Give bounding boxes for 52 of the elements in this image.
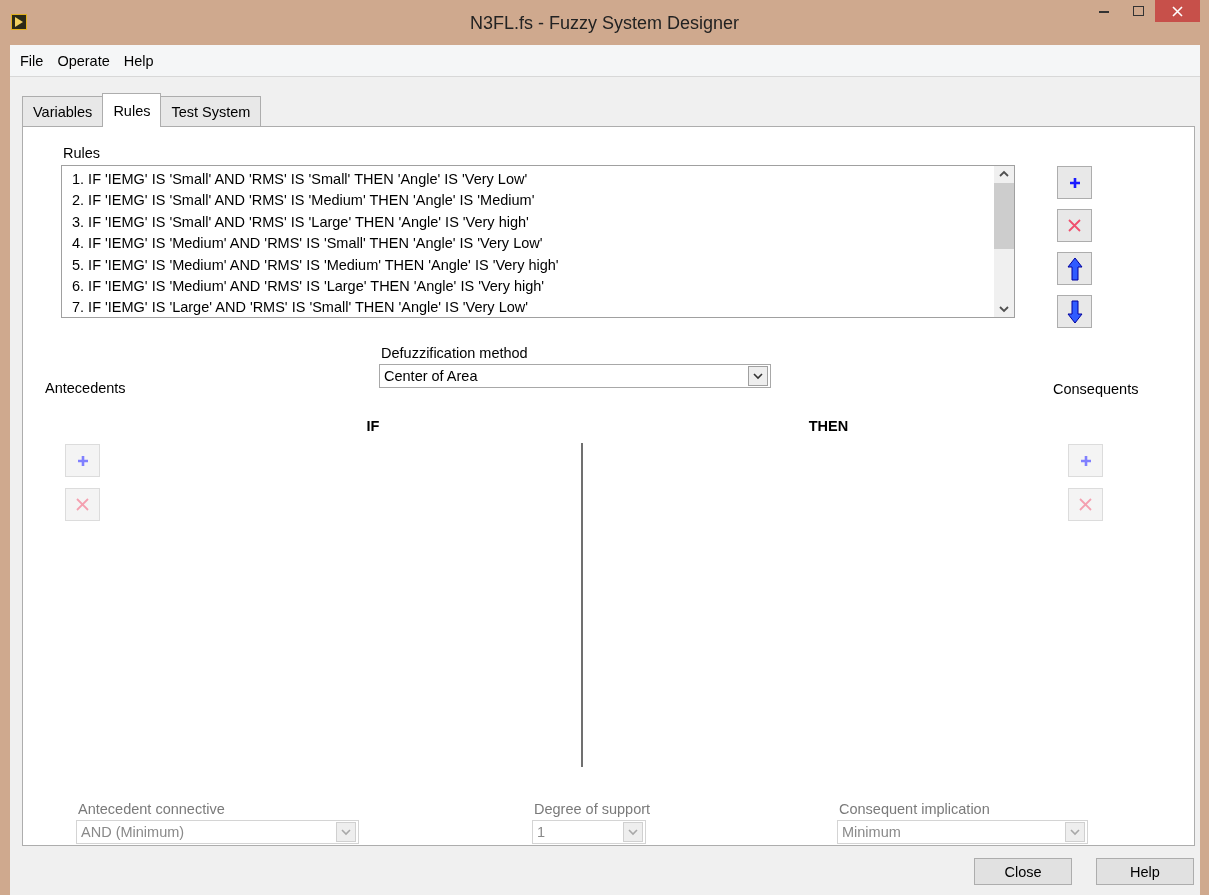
close-button[interactable] xyxy=(1155,0,1200,22)
add-button[interactable] xyxy=(1057,166,1092,199)
scrollbar[interactable] xyxy=(994,166,1014,317)
dialog-button[interactable]: Help xyxy=(1096,858,1194,885)
rule-item[interactable]: 1. IF 'IEMG' IS 'Small' AND 'RMS' IS 'Small' THEN 'Angle' IS 'Very Low' xyxy=(72,169,994,191)
rule-item[interactable]: 6. IF 'IEMG' IS 'Medium' AND 'RMS' IS 'Large' THEN 'Angle' IS 'Very high' xyxy=(72,275,994,298)
field-label: Antecedent connective xyxy=(78,801,226,817)
rules-list[interactable] xyxy=(61,165,1015,318)
menu-item[interactable]: Help xyxy=(116,52,161,69)
maximize-icon xyxy=(1132,6,1144,16)
close-icon xyxy=(1068,219,1081,232)
rule-item[interactable]: 7. IF 'IEMG' IS 'Large' AND 'RMS' IS 'Small' THEN 'Angle' IS 'Very Low' xyxy=(72,297,994,317)
chevron-down-icon xyxy=(623,822,643,842)
app-icon xyxy=(11,13,27,30)
tab[interactable]: Test System xyxy=(160,96,262,126)
tab[interactable]: Variables xyxy=(22,96,104,126)
field-label: Defuzzification method xyxy=(381,345,529,361)
rules-label: Rules xyxy=(63,145,102,161)
rule-item[interactable]: 2. IF 'IEMG' IS 'Small' AND 'RMS' IS 'Medium' THEN 'Angle' IS 'Medium' xyxy=(72,190,994,212)
chevron-down-icon xyxy=(999,306,1009,313)
chevron-up-icon xyxy=(999,170,1009,177)
plus-icon xyxy=(1068,176,1081,189)
menu-item[interactable]: Operate xyxy=(50,52,117,69)
consequents-label: Consequents xyxy=(1053,381,1140,397)
minimize-icon xyxy=(1099,9,1109,13)
antecedents-label: Antecedents xyxy=(45,380,127,396)
down-arrow-icon xyxy=(1066,299,1083,324)
up-arrow-icon xyxy=(1066,256,1083,281)
tab[interactable]: Rules xyxy=(102,93,162,127)
plus-icon xyxy=(76,454,89,467)
rule-item[interactable]: 3. IF 'IEMG' IS 'Small' AND 'RMS' IS 'Large' THEN 'Angle' IS 'Very high' xyxy=(72,211,994,234)
delete-button[interactable] xyxy=(1057,209,1092,242)
chevron-down-icon xyxy=(748,366,768,386)
window-title: N3FL.fs - Fuzzy System Designer xyxy=(469,13,740,33)
dropdown[interactable]: Center of Area xyxy=(379,364,771,388)
close-icon xyxy=(76,498,89,511)
plus-icon xyxy=(1079,454,1092,467)
close-icon xyxy=(1079,498,1092,511)
rule-item[interactable]: 5. IF 'IEMG' IS 'Medium' AND 'RMS' IS 'Medium' THEN 'Angle' IS 'Very high' xyxy=(72,254,994,276)
dialog-button[interactable]: Close xyxy=(974,858,1072,885)
field-label: Consequent implication xyxy=(839,801,991,817)
down-button[interactable] xyxy=(1057,295,1092,328)
close-icon xyxy=(1172,5,1183,17)
menu-item[interactable]: File xyxy=(13,52,51,69)
field-label: Degree of support xyxy=(534,801,652,817)
up-button[interactable] xyxy=(1057,252,1092,285)
chevron-down-icon xyxy=(1065,822,1085,842)
then-heading: THEN xyxy=(808,418,849,434)
rule-item[interactable]: 4. IF 'IEMG' IS 'Medium' AND 'RMS' IS 'Small' THEN 'Angle' IS 'Very Low' xyxy=(72,233,994,255)
scroll-thumb[interactable] xyxy=(994,183,1014,249)
if-heading: IF xyxy=(366,418,380,434)
chevron-down-icon xyxy=(336,822,356,842)
